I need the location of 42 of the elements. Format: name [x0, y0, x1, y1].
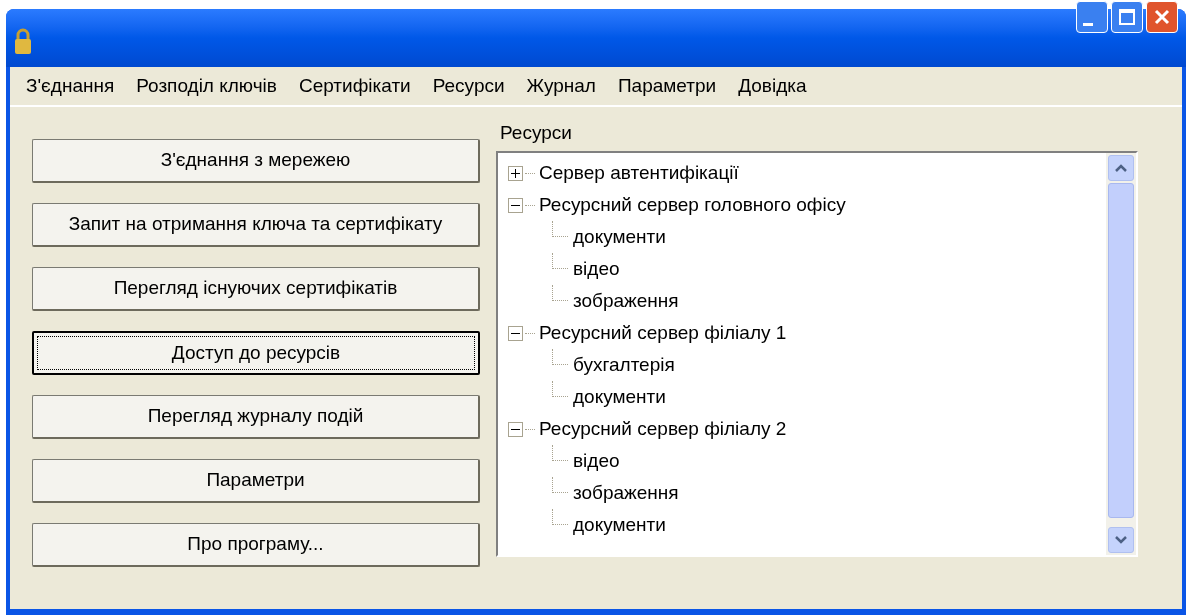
tree-item[interactable]: зображення: [571, 478, 681, 508]
tree-item[interactable]: Ресурсний сервер головного офісу: [537, 190, 848, 220]
tree-item[interactable]: документи: [571, 382, 668, 412]
menu-item[interactable]: З'єднання: [26, 71, 115, 101]
tree-item[interactable]: відео: [571, 254, 622, 284]
action-button[interactable]: Параметри: [32, 459, 480, 503]
tree-item[interactable]: відео: [571, 446, 622, 476]
minimize-button[interactable]: [1076, 1, 1108, 33]
expand-icon[interactable]: [508, 165, 523, 181]
action-button[interactable]: Перегляд журналу подій: [32, 395, 480, 439]
menu-item[interactable]: Розподіл ключів: [136, 71, 277, 101]
menu-item[interactable]: Сертифікати: [298, 71, 411, 101]
maximize-button[interactable]: [1111, 1, 1143, 33]
scrollbar[interactable]: [1106, 153, 1136, 555]
tree-item[interactable]: документи: [571, 222, 668, 252]
menu-item[interactable]: Довідка: [738, 71, 807, 101]
menu-item[interactable]: Параметри: [617, 71, 717, 101]
chevron-down-icon: [1115, 536, 1127, 544]
chevron-up-icon: [1115, 164, 1127, 172]
collapse-icon[interactable]: [508, 197, 523, 213]
close-button[interactable]: [1146, 1, 1178, 33]
menu-item[interactable]: Ресурси: [432, 71, 505, 101]
tree-item[interactable]: бухгалтерія: [571, 350, 677, 380]
action-button[interactable]: Запит на отримання ключа та сертифікату: [32, 203, 480, 247]
scroll-up-button[interactable]: [1108, 155, 1134, 181]
tree-item[interactable]: зображення: [571, 286, 681, 316]
tree-item[interactable]: документи: [571, 510, 668, 540]
scroll-thumb[interactable]: [1108, 183, 1134, 518]
tree-item[interactable]: Ресурсний сервер філіалу 2: [537, 414, 789, 444]
scroll-down-button[interactable]: [1108, 527, 1134, 553]
action-button[interactable]: Перегляд існуючих сертифікатів: [32, 267, 480, 311]
tree-item[interactable]: Сервер автентифікації: [537, 158, 741, 188]
menu-item[interactable]: Журнал: [526, 71, 596, 101]
close-icon: [1154, 9, 1170, 25]
collapse-icon[interactable]: [508, 325, 523, 341]
action-button[interactable]: З'єднання з мережею: [32, 139, 480, 183]
tree-item[interactable]: Ресурсний сервер філіалу 1: [537, 318, 789, 348]
padlock-icon: [14, 27, 32, 55]
action-button[interactable]: Доступ до ресурсів: [32, 331, 480, 375]
resources-label: Ресурси: [500, 121, 573, 145]
collapse-icon[interactable]: [508, 421, 523, 437]
action-button[interactable]: Про програму...: [32, 523, 480, 567]
